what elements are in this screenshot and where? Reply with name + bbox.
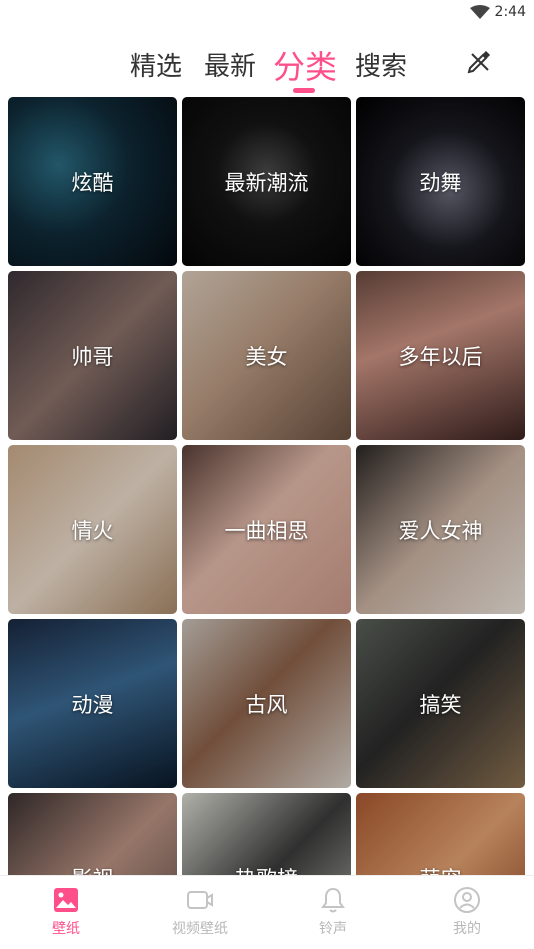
bell-icon xyxy=(321,887,345,913)
category-label: 动漫 xyxy=(71,692,114,717)
category-label: 劲舞 xyxy=(419,170,462,195)
category-label: 炫酷 xyxy=(71,170,114,195)
category-label: 搞笑 xyxy=(419,692,462,717)
brush-edit-icon[interactable] xyxy=(466,48,492,74)
wallpaper-icon xyxy=(54,888,78,912)
category-label: 萌宠 xyxy=(356,863,525,876)
bottom-nav: 壁纸 视频壁纸 铃声 我的 xyxy=(0,875,534,949)
category-label: 帅哥 xyxy=(71,344,114,369)
category-label: 最新潮流 xyxy=(224,170,309,195)
category-card-trend[interactable]: 最新潮流 xyxy=(182,97,351,266)
category-card-cool[interactable]: 炫酷 xyxy=(8,97,177,266)
top-tab-bar: 精选 最新 分类 搜索 xyxy=(0,40,534,96)
category-card-anime[interactable]: 动漫 xyxy=(8,619,177,788)
active-tab-indicator xyxy=(293,88,315,93)
nav-video-wallpaper[interactable]: 视频壁纸 xyxy=(150,886,250,938)
category-label: 影视 xyxy=(8,863,177,876)
category-label: 爱人女神 xyxy=(398,518,483,543)
category-card-handsome[interactable]: 帅哥 xyxy=(8,271,177,440)
category-card-dance[interactable]: 劲舞 xyxy=(356,97,525,266)
category-card-ancient-style[interactable]: 古风 xyxy=(182,619,351,788)
category-card-goddess[interactable]: 爱人女神 xyxy=(356,445,525,614)
category-label: 多年以后 xyxy=(398,344,483,369)
category-card-longing[interactable]: 一曲相思 xyxy=(182,445,351,614)
status-time: 2:44 xyxy=(494,4,526,20)
status-bar: 2:44 xyxy=(0,0,534,26)
category-card-hot-songs[interactable]: 热歌榜 xyxy=(182,793,351,875)
category-label: 一曲相思 xyxy=(224,518,309,543)
wifi-icon xyxy=(470,5,490,19)
category-label: 热歌榜 xyxy=(182,863,351,876)
tab-categories[interactable]: 分类 xyxy=(273,42,337,88)
category-card-beauty[interactable]: 美女 xyxy=(182,271,351,440)
category-grid: 炫酷 最新潮流 劲舞 帅哥 美女 多年以后 情火 一曲相思 爱人女神 动漫 古风… xyxy=(8,97,526,875)
category-card-funny[interactable]: 搞笑 xyxy=(356,619,525,788)
category-card-years-later[interactable]: 多年以后 xyxy=(356,271,525,440)
category-label: 美女 xyxy=(245,344,288,369)
nav-profile[interactable]: 我的 xyxy=(417,886,517,938)
category-card-passion[interactable]: 情火 xyxy=(8,445,177,614)
video-icon xyxy=(187,891,213,909)
category-label: 情火 xyxy=(71,518,114,543)
tab-featured[interactable]: 精选 xyxy=(130,46,182,83)
category-card-movies[interactable]: 影视 xyxy=(8,793,177,875)
tab-latest[interactable]: 最新 xyxy=(204,46,256,83)
nav-wallpaper[interactable]: 壁纸 xyxy=(16,886,116,938)
profile-icon xyxy=(454,887,480,913)
category-card-pets[interactable]: 萌宠 xyxy=(356,793,525,875)
nav-ringtone[interactable]: 铃声 xyxy=(283,886,383,938)
tab-search[interactable]: 搜索 xyxy=(355,46,407,83)
category-label: 古风 xyxy=(245,692,288,717)
